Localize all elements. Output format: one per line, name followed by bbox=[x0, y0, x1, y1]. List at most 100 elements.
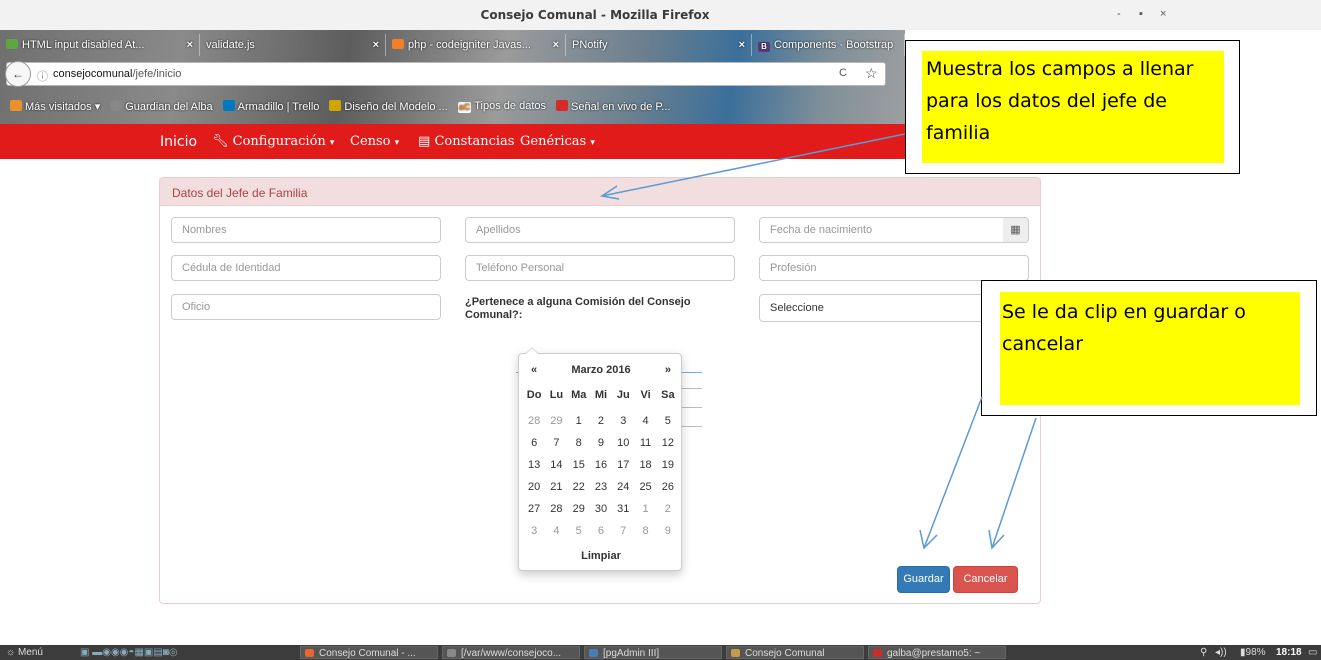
maximize-button[interactable]: ▪ bbox=[1139, 8, 1143, 20]
taskbar-window-firefox[interactable]: Consejo Comunal - ... bbox=[300, 646, 438, 659]
datepicker-day[interactable]: 10 bbox=[612, 432, 634, 454]
clock[interactable]: 18:18 bbox=[1276, 646, 1302, 659]
datepicker-clear-button[interactable]: Limpiar bbox=[519, 550, 683, 562]
tab-close-icon[interactable]: × bbox=[373, 34, 379, 56]
datepicker-day[interactable]: 3 bbox=[523, 520, 545, 542]
comision-select[interactable]: Seleccione bbox=[759, 294, 999, 322]
datepicker-day[interactable]: 6 bbox=[590, 520, 612, 542]
bookmark-diseno-modelo[interactable]: Diseño del Modelo ... bbox=[329, 99, 448, 113]
datepicker-day[interactable]: 29 bbox=[568, 498, 590, 520]
launcher-icons[interactable]: ▣ ▬◉◉◉◓▦▣▤◙◎ bbox=[80, 646, 178, 659]
bookmark-guardian-del-alba[interactable]: Guardian del Alba bbox=[110, 99, 213, 113]
hidden-field[interactable] bbox=[680, 403, 702, 427]
nav-constancias[interactable]: ▤ Constancias bbox=[418, 134, 514, 149]
datepicker-day[interactable]: 27 bbox=[523, 498, 545, 520]
nav-censo[interactable]: Censo ▾ bbox=[350, 134, 399, 149]
minimize-button[interactable]: - bbox=[1117, 8, 1121, 20]
taskbar-window-folder[interactable]: Consejo Comunal bbox=[726, 646, 864, 659]
volume-icon[interactable]: ◂)) bbox=[1215, 646, 1227, 659]
datepicker-day[interactable]: 2 bbox=[657, 498, 679, 520]
taskbar-window-terminal[interactable]: galba@prestamo5: ~ bbox=[868, 646, 1006, 659]
datepicker-day[interactable]: 7 bbox=[545, 432, 567, 454]
show-desktop-icon[interactable]: ▭ bbox=[1308, 646, 1317, 659]
datepicker-day[interactable]: 24 bbox=[612, 476, 634, 498]
datepicker-day[interactable]: 9 bbox=[657, 520, 679, 542]
datepicker-day[interactable]: 3 bbox=[612, 410, 634, 432]
bookmark-tipos-de-datos[interactable]: aC Tipos de datos bbox=[457, 100, 546, 113]
datepicker-day[interactable]: 8 bbox=[568, 432, 590, 454]
datepicker-day[interactable]: 16 bbox=[590, 454, 612, 476]
datepicker-day[interactable]: 5 bbox=[568, 520, 590, 542]
datepicker-day[interactable]: 4 bbox=[545, 520, 567, 542]
datepicker-day[interactable]: 8 bbox=[634, 520, 656, 542]
datepicker-day[interactable]: 13 bbox=[523, 454, 545, 476]
nav-inicio[interactable]: Inicio bbox=[160, 134, 197, 150]
tab-php-codeigniter[interactable]: php - codeigniter Javas... × bbox=[386, 34, 566, 56]
datepicker-day[interactable]: 20 bbox=[523, 476, 545, 498]
back-button[interactable]: ← bbox=[5, 61, 31, 87]
tab-close-icon[interactable]: × bbox=[187, 34, 193, 56]
close-window-button[interactable]: × bbox=[1160, 8, 1166, 20]
datepicker-day[interactable]: 29 bbox=[545, 410, 567, 432]
datepicker-day[interactable]: 30 bbox=[590, 498, 612, 520]
datepicker-day[interactable]: 14 bbox=[545, 454, 567, 476]
bookmark-trello[interactable]: Armadillo | Trello bbox=[222, 99, 319, 113]
apellidos-input[interactable] bbox=[465, 217, 735, 243]
bookmark-mas-visitados[interactable]: Más visitados ▾ bbox=[10, 99, 100, 113]
datepicker-day[interactable]: 11 bbox=[634, 432, 656, 454]
datepicker-day[interactable]: 1 bbox=[568, 410, 590, 432]
nav-genericas[interactable]: Genéricas ▾ bbox=[520, 134, 595, 149]
bookmark-star-icon[interactable]: ☆ bbox=[865, 65, 878, 82]
datepicker-day[interactable]: 15 bbox=[568, 454, 590, 476]
reload-icon[interactable]: C bbox=[839, 67, 847, 79]
taskbar-window-pgadmin[interactable]: [pgAdmin III] bbox=[584, 646, 722, 659]
taskbar-window-editor[interactable]: [/var/www/consejoco... bbox=[442, 646, 580, 659]
datepicker-day[interactable]: 5 bbox=[657, 410, 679, 432]
url-bar[interactable]: ← ⓘ consejocomunal/jefe/inicio C ☆ bbox=[5, 61, 886, 87]
datepicker-day[interactable]: 9 bbox=[590, 432, 612, 454]
datepicker-month[interactable]: Marzo 2016 bbox=[519, 364, 683, 376]
tab-close-icon[interactable]: × bbox=[553, 34, 559, 56]
site-info-icon[interactable]: ⓘ bbox=[37, 68, 48, 84]
tab-bootstrap-components[interactable]: B Components · Bootstrap bbox=[752, 34, 905, 56]
cedula-input[interactable] bbox=[171, 255, 441, 281]
start-menu-button[interactable]: ☼ Menú bbox=[6, 646, 43, 659]
bookmark-label: Guardian del Alba bbox=[125, 100, 213, 113]
datepicker-day[interactable]: 7 bbox=[612, 520, 634, 542]
datepicker-day[interactable]: 18 bbox=[634, 454, 656, 476]
datepicker-day[interactable]: 19 bbox=[657, 454, 679, 476]
datepicker-day[interactable]: 23 bbox=[590, 476, 612, 498]
guardar-button[interactable]: Guardar bbox=[897, 566, 950, 593]
tab-validate-js[interactable]: validate.js × bbox=[200, 34, 386, 56]
datepicker-day[interactable]: 26 bbox=[657, 476, 679, 498]
datepicker-day[interactable]: 17 bbox=[612, 454, 634, 476]
datepicker-day[interactable]: 28 bbox=[545, 498, 567, 520]
battery-indicator[interactable]: ▮98% bbox=[1240, 646, 1266, 659]
fecha-nacimiento-input[interactable] bbox=[759, 217, 1004, 243]
nombres-input[interactable] bbox=[171, 217, 441, 243]
next-month-button[interactable]: » bbox=[665, 364, 671, 376]
datepicker-day[interactable]: 21 bbox=[545, 476, 567, 498]
datepicker-day[interactable]: 1 bbox=[634, 498, 656, 520]
datepicker-day[interactable]: 6 bbox=[523, 432, 545, 454]
back-arrow-icon: ← bbox=[12, 67, 24, 81]
datepicker-day[interactable]: 4 bbox=[634, 410, 656, 432]
tab-pnotify[interactable]: PNotify × bbox=[566, 34, 752, 56]
datepicker-day[interactable]: 25 bbox=[634, 476, 656, 498]
bookmark-senal-en-vivo[interactable]: Señal en vivo de P... bbox=[556, 99, 670, 113]
datepicker-day[interactable]: 22 bbox=[568, 476, 590, 498]
datepicker-day[interactable]: 12 bbox=[657, 432, 679, 454]
datepicker-day[interactable]: 31 bbox=[612, 498, 634, 520]
telefono-input[interactable] bbox=[465, 255, 735, 281]
datepicker-day[interactable]: 28 bbox=[523, 410, 545, 432]
tab-close-icon[interactable]: × bbox=[739, 34, 745, 56]
oficio-input[interactable] bbox=[171, 294, 441, 320]
network-icon[interactable]: ⚲ bbox=[1200, 646, 1207, 659]
datepicker-day[interactable]: 2 bbox=[590, 410, 612, 432]
profesion-input[interactable] bbox=[759, 255, 1029, 281]
tab-html-input-disabled[interactable]: HTML input disabled At... × bbox=[0, 34, 200, 56]
calendar-icon[interactable]: ▦ bbox=[1003, 217, 1029, 243]
cancelar-button[interactable]: Cancelar bbox=[953, 566, 1018, 593]
nav-configuracion[interactable]: 🔧︎ Configuración ▾ bbox=[212, 134, 334, 149]
prev-month-button[interactable]: « bbox=[531, 364, 537, 376]
